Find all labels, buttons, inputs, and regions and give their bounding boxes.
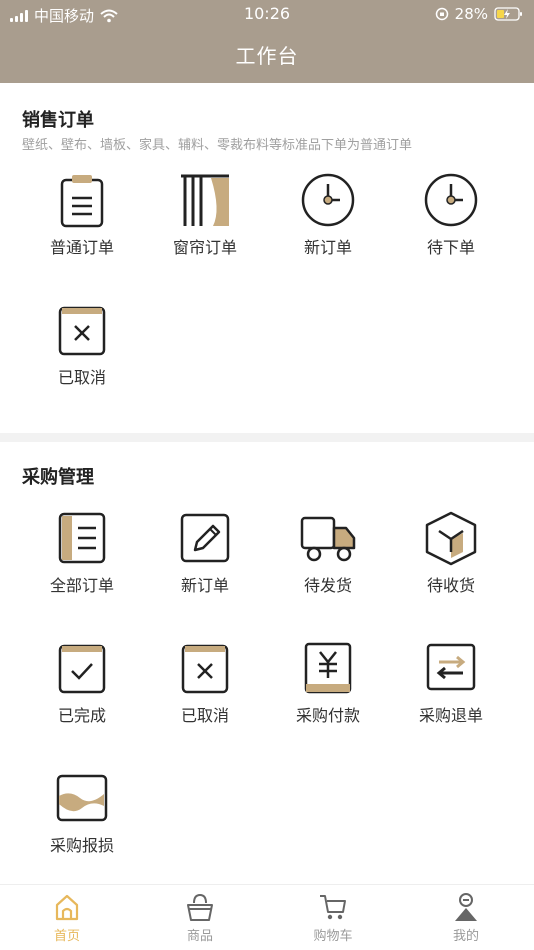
sales-item-label: 待下单 xyxy=(426,238,475,257)
purchase-item-cancelled[interactable]: 已取消 xyxy=(145,640,265,726)
damaged-icon xyxy=(56,774,108,822)
purchase-item-label: 采购付款 xyxy=(295,706,360,725)
bottom-tab-bar: 首页 商品 购物车 我的 xyxy=(0,884,534,950)
cart-icon xyxy=(320,895,346,920)
clock-icon xyxy=(301,173,355,227)
purchase-item-label: 已完成 xyxy=(57,706,106,725)
curtain-icon xyxy=(181,174,229,226)
purchase-item-payment[interactable]: 采购付款 xyxy=(268,640,388,726)
battery-icon xyxy=(494,7,522,21)
user-icon xyxy=(455,893,477,921)
purchase-section-title: 采购管理 xyxy=(22,467,94,488)
section-divider xyxy=(0,433,534,442)
clipboard-list-icon xyxy=(60,175,104,228)
purchase-item-label: 新订单 xyxy=(180,576,229,595)
tab-profile[interactable]: 我的 xyxy=(426,891,506,944)
clipboard-x-icon xyxy=(181,644,229,694)
sales-item-curtain-order[interactable]: 窗帘订单 xyxy=(145,172,265,258)
tab-label: 我的 xyxy=(452,929,479,944)
shopping-bag-icon xyxy=(187,893,213,921)
purchase-item-return[interactable]: 采购退单 xyxy=(391,640,511,726)
sales-item-label: 普通订单 xyxy=(49,238,114,257)
status-right: 28% xyxy=(435,5,524,23)
sales-section-title: 销售订单 xyxy=(22,110,94,131)
purchase-item-label: 待发货 xyxy=(303,576,352,595)
yuan-book-icon xyxy=(304,642,352,694)
purchase-item-label: 待收货 xyxy=(426,576,475,595)
purchase-item-damage-report[interactable]: 采购报损 xyxy=(22,770,142,856)
notebook-icon xyxy=(58,512,106,564)
sales-item-label: 新订单 xyxy=(303,238,352,257)
sales-item-label: 窗帘订单 xyxy=(172,238,237,257)
header-bar: 中国移动 10:26 28% 工作台 xyxy=(0,0,534,83)
purchase-item-completed[interactable]: 已完成 xyxy=(22,640,142,726)
sales-section-subtitle: 壁纸、壁布、墙板、家具、辅料、零裁布料等标准品下单为普通订单 xyxy=(22,138,413,153)
tab-cart[interactable]: 购物车 xyxy=(293,891,373,944)
rotation-lock-icon xyxy=(435,7,448,21)
purchase-item-to-receive[interactable]: 待收货 xyxy=(391,510,511,596)
edit-icon xyxy=(180,513,230,563)
sales-item-pending-order[interactable]: 待下单 xyxy=(391,172,511,258)
purchase-item-label: 全部订单 xyxy=(49,576,114,595)
exchange-icon xyxy=(426,643,476,691)
tab-label: 购物车 xyxy=(313,929,353,944)
purchase-item-label: 采购报损 xyxy=(49,836,114,855)
purchase-item-new-order[interactable]: 新订单 xyxy=(145,510,265,596)
status-bar: 中国移动 10:26 28% xyxy=(0,0,534,28)
sales-item-new-order[interactable]: 新订单 xyxy=(268,172,388,258)
page-title: 工作台 xyxy=(235,44,299,68)
sales-item-cancelled[interactable]: 已取消 xyxy=(22,302,142,388)
home-icon xyxy=(55,894,79,921)
sales-item-normal-order[interactable]: 普通订单 xyxy=(22,172,142,258)
purchase-item-label: 采购退单 xyxy=(418,706,483,725)
tab-products[interactable]: 商品 xyxy=(160,891,240,944)
battery-percent: 28% xyxy=(454,5,488,23)
clipboard-check-icon xyxy=(58,644,106,694)
box-icon xyxy=(425,511,477,566)
purchase-item-to-ship[interactable]: 待发货 xyxy=(268,510,388,596)
clipboard-x-icon xyxy=(58,306,106,356)
truck-icon xyxy=(300,516,356,562)
sales-item-label: 已取消 xyxy=(57,368,106,387)
purchase-item-all-orders[interactable]: 全部订单 xyxy=(22,510,142,596)
clock-icon xyxy=(424,173,478,227)
tab-label: 首页 xyxy=(53,929,80,944)
tab-home[interactable]: 首页 xyxy=(27,891,107,944)
tab-label: 商品 xyxy=(186,929,213,944)
purchase-item-label: 已取消 xyxy=(180,706,229,725)
